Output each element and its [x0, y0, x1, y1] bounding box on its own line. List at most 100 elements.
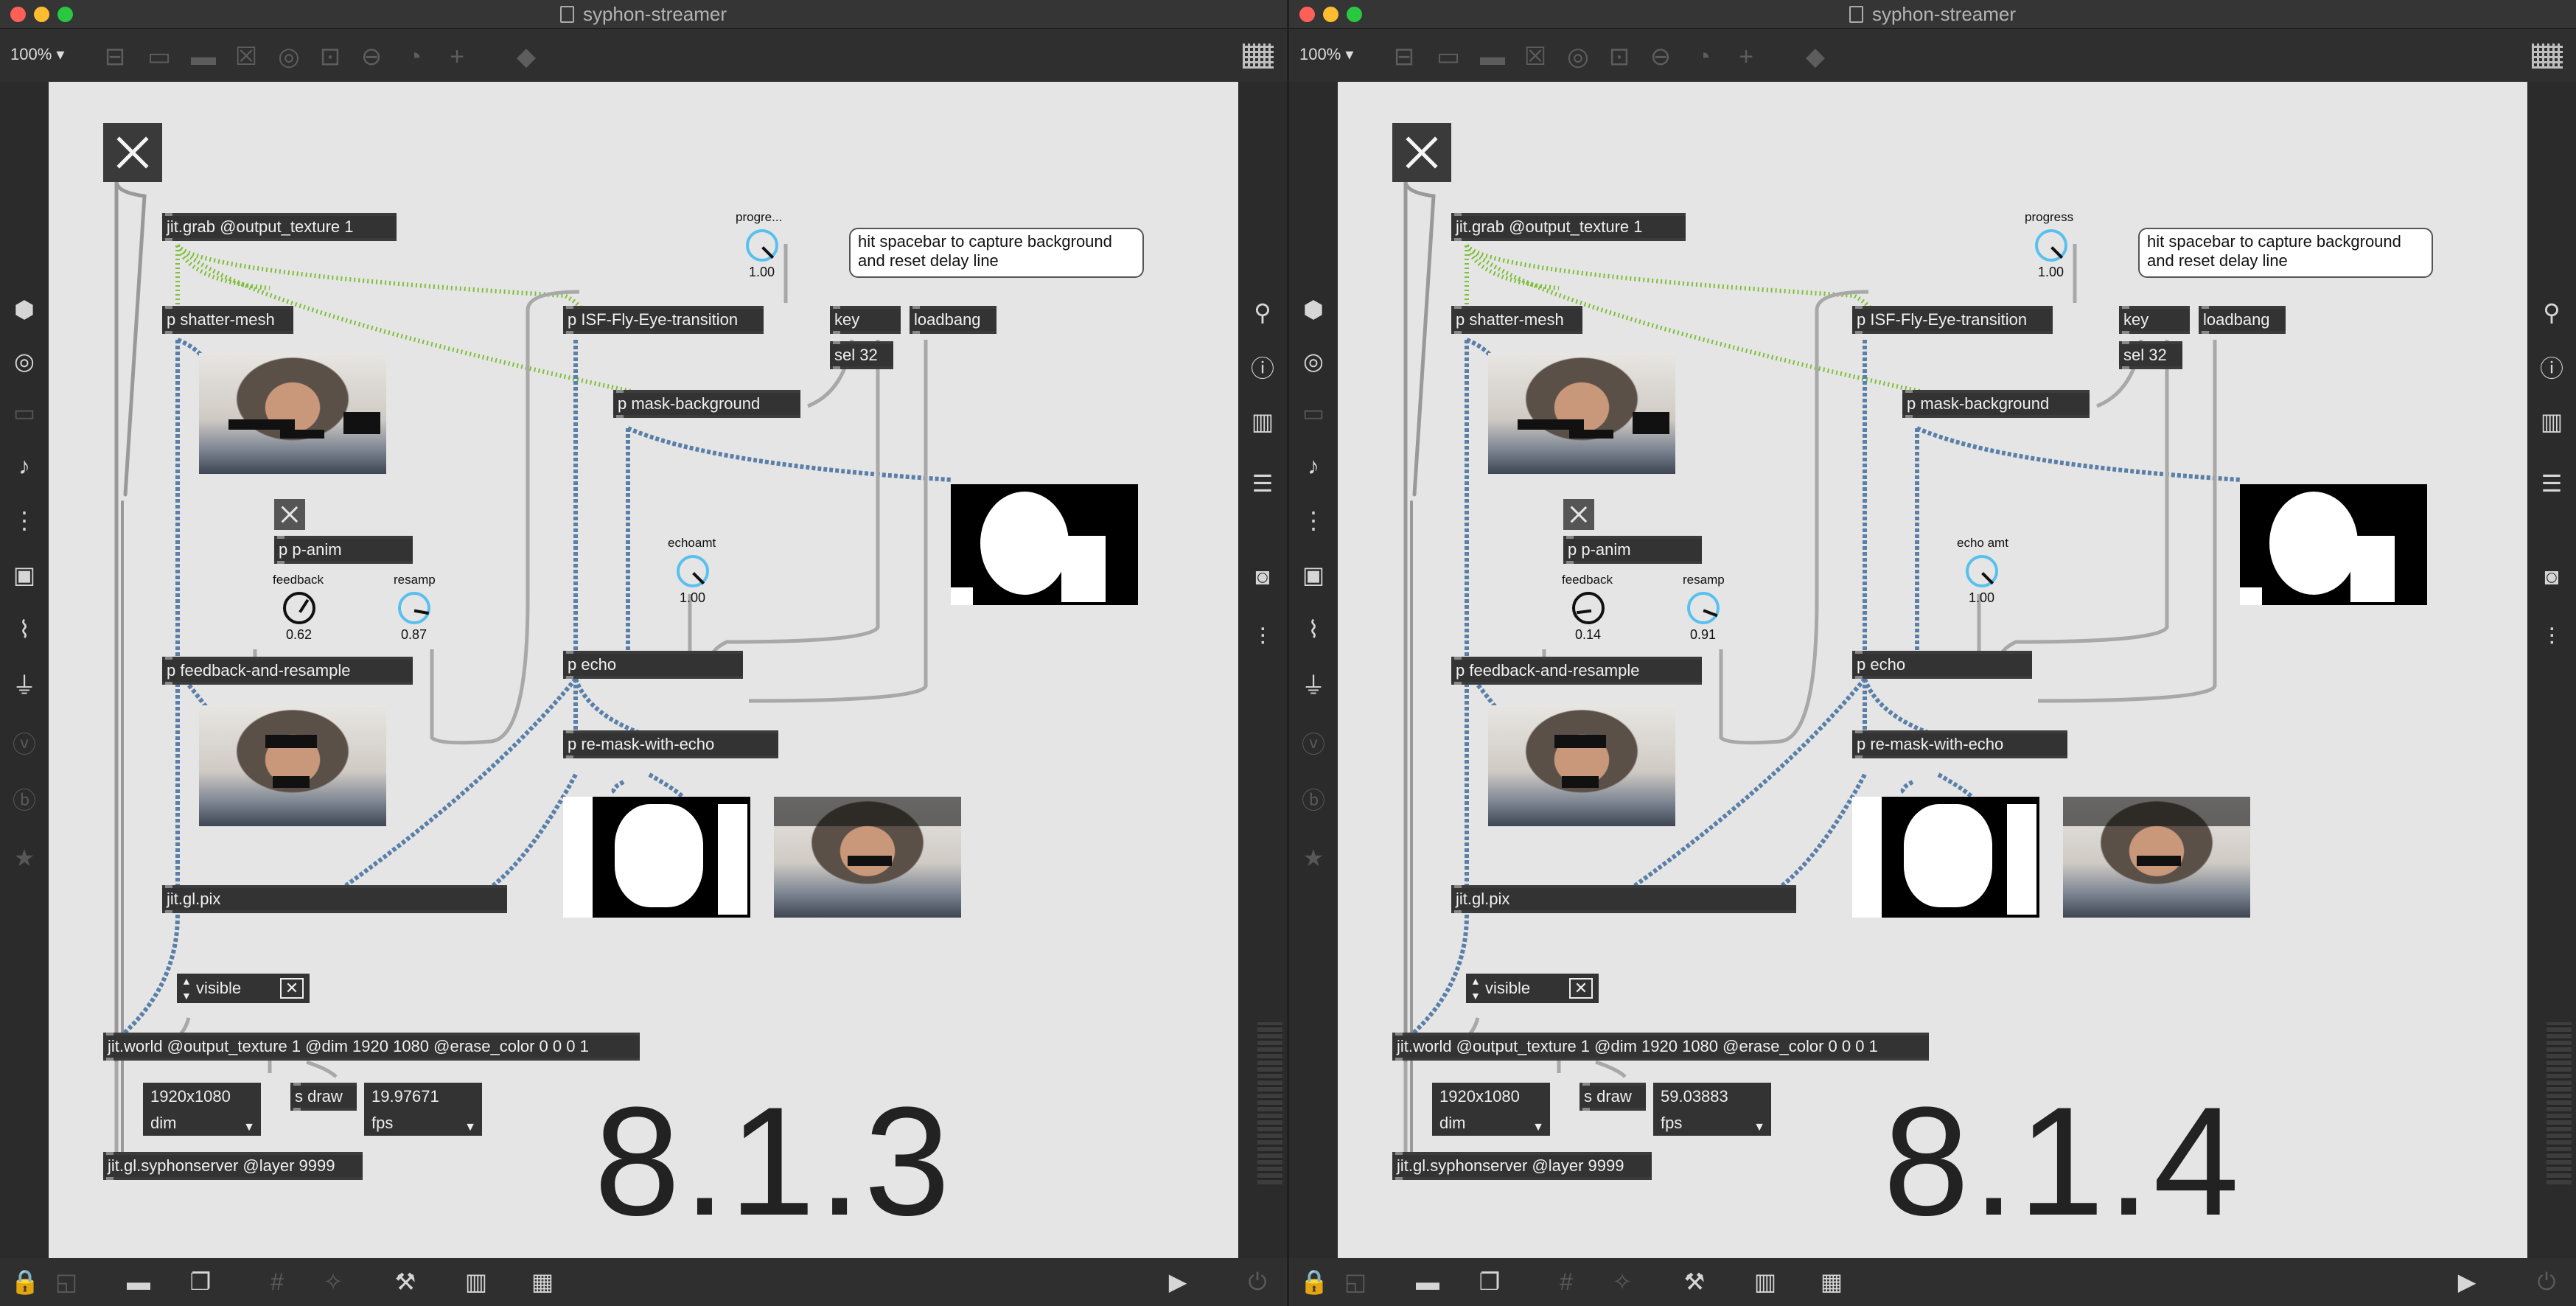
- re-mask-with-echo-object[interactable]: p re-mask-with-echo: [563, 730, 778, 758]
- button-tool-icon[interactable]: ◎: [274, 42, 304, 71]
- camera-icon[interactable]: ◙: [1248, 562, 1277, 591]
- wand-icon[interactable]: ✧: [318, 1267, 348, 1296]
- wrench-icon[interactable]: ⚒: [391, 1267, 420, 1296]
- presentation-icon[interactable]: ◱: [52, 1267, 81, 1296]
- key-object[interactable]: key: [830, 306, 901, 334]
- feedback-and-resample-object[interactable]: p feedback-and-resample: [1451, 657, 1702, 685]
- s-draw-object[interactable]: s draw: [1580, 1083, 1646, 1111]
- mixer-icon[interactable]: ⫶: [2537, 622, 2566, 652]
- jit-gl-pix-object[interactable]: jit.gl.pix: [162, 885, 507, 913]
- echoamt-dial[interactable]: [1966, 555, 1998, 587]
- comment-tool-icon[interactable]: ▬: [189, 42, 218, 71]
- sel-object[interactable]: sel 32: [830, 341, 893, 369]
- echo-object[interactable]: p echo: [1852, 651, 2032, 679]
- feedback-dial[interactable]: [1572, 592, 1605, 624]
- sel-object[interactable]: sel 32: [2119, 341, 2182, 369]
- zoom-menu[interactable]: 100% ▾: [1299, 45, 1353, 64]
- sequence-icon[interactable]: ⋮: [1299, 506, 1328, 535]
- mixer-icon[interactable]: ⫶: [1248, 622, 1277, 652]
- info-icon[interactable]: ⓘ: [1248, 354, 1277, 383]
- visible-toggle[interactable]: ✕: [1565, 974, 1597, 1003]
- search-icon[interactable]: ⚲: [1248, 298, 1277, 327]
- play-icon[interactable]: ▶: [1163, 1267, 1193, 1296]
- shatter-mesh-object[interactable]: p shatter-mesh: [1451, 306, 1582, 334]
- stop-toggle[interactable]: [1392, 123, 1451, 182]
- object-icon[interactable]: ▭: [144, 42, 174, 71]
- jit-grab-object[interactable]: jit.grab @output_texture 1: [162, 213, 397, 241]
- plug-icon[interactable]: ⏚: [10, 671, 39, 700]
- feedback-dial[interactable]: [283, 592, 315, 624]
- v-icon[interactable]: ⓥ: [10, 730, 39, 759]
- paint-bucket-icon[interactable]: ◆: [1801, 42, 1830, 71]
- resamp-dial[interactable]: [398, 592, 430, 624]
- star-icon[interactable]: ★: [10, 843, 39, 873]
- isf-fly-eye-object[interactable]: p ISF-Fly-Eye-transition: [1852, 306, 2053, 334]
- fps-menu[interactable]: fps ▼: [364, 1111, 482, 1136]
- comment-icon[interactable]: ▬: [1413, 1267, 1442, 1296]
- syphon-server-object[interactable]: jit.gl.syphonserver @layer 9999: [103, 1152, 363, 1180]
- info-icon[interactable]: ⓘ: [2537, 354, 2566, 383]
- comment-tool-icon[interactable]: ▬: [1478, 42, 1507, 71]
- paperclip-icon[interactable]: ⌇: [1299, 615, 1328, 644]
- paperclip-icon[interactable]: ⌇: [10, 615, 39, 644]
- image-icon[interactable]: ▣: [1299, 560, 1328, 590]
- feedback-and-resample-object[interactable]: p feedback-and-resample: [162, 657, 413, 685]
- b-icon[interactable]: ⓑ: [10, 786, 39, 815]
- fps-menu[interactable]: fps ▼: [1653, 1111, 1771, 1136]
- p-anim-toggle[interactable]: [274, 499, 305, 530]
- play-icon[interactable]: ▶: [2452, 1267, 2482, 1296]
- jit-world-object[interactable]: jit.world @output_texture 1 @dim 1920 10…: [1392, 1033, 1929, 1061]
- list-icon[interactable]: ☰: [2537, 469, 2566, 498]
- sequence-icon[interactable]: ⋮: [10, 506, 39, 535]
- resamp-dial[interactable]: [1687, 592, 1720, 624]
- mask-background-object[interactable]: p mask-background: [1902, 390, 2090, 418]
- p-anim-object[interactable]: p p-anim: [274, 536, 413, 564]
- visible-toggle[interactable]: ✕: [276, 974, 308, 1003]
- keyboard-icon[interactable]: ▦: [1817, 1267, 1846, 1296]
- patcher-canvas[interactable]: jit.grab @output_texture 1 p shatter-mes…: [1338, 82, 2527, 1258]
- target-icon[interactable]: ◎: [10, 346, 39, 376]
- image-icon[interactable]: ▣: [10, 560, 39, 590]
- dim-menu[interactable]: dim ▼: [143, 1111, 261, 1136]
- book-icon[interactable]: ▥: [2537, 407, 2566, 436]
- dim-menu[interactable]: dim ▼: [1432, 1111, 1550, 1136]
- p-anim-toggle[interactable]: [1563, 499, 1594, 530]
- bpatcher-icon[interactable]: ⊟: [1389, 42, 1419, 71]
- note-icon[interactable]: ♪: [1299, 451, 1328, 481]
- patcher-canvas[interactable]: jit.grab @output_texture 1 p shatter-mes…: [49, 82, 1238, 1258]
- dial-tool-icon[interactable]: ◔: [399, 42, 429, 71]
- paint-bucket-icon[interactable]: ◆: [512, 42, 541, 71]
- grid-icon[interactable]: #: [1551, 1267, 1581, 1296]
- piano-icon[interactable]: ▥: [461, 1267, 491, 1296]
- lock-icon[interactable]: 🔒: [10, 1267, 40, 1296]
- key-object[interactable]: key: [2119, 306, 2190, 334]
- button-tool-icon[interactable]: ◎: [1563, 42, 1593, 71]
- object-icon[interactable]: ▭: [1434, 42, 1463, 71]
- loadbang-object[interactable]: loadbang: [910, 306, 996, 334]
- plug-icon[interactable]: ⏚: [1299, 671, 1328, 700]
- v-icon[interactable]: ⓥ: [1299, 730, 1328, 759]
- cube-icon[interactable]: ⬢: [1299, 295, 1328, 324]
- presentation-icon[interactable]: ◱: [1341, 1267, 1370, 1296]
- add-icon[interactable]: +: [442, 42, 472, 71]
- film-icon[interactable]: ▭: [1299, 398, 1328, 427]
- grid-view-icon[interactable]: [1243, 43, 1274, 69]
- s-draw-object[interactable]: s draw: [290, 1083, 357, 1111]
- mask-background-object[interactable]: p mask-background: [613, 390, 800, 418]
- power-icon[interactable]: ⏻: [2532, 1267, 2561, 1296]
- star-icon[interactable]: ★: [1299, 843, 1328, 873]
- toggle-tool-icon[interactable]: ☒: [1521, 42, 1550, 71]
- re-mask-with-echo-object[interactable]: p re-mask-with-echo: [1852, 730, 2067, 758]
- note-icon[interactable]: ♪: [10, 451, 39, 481]
- list-icon[interactable]: ☰: [1248, 469, 1277, 498]
- jit-gl-pix-object[interactable]: jit.gl.pix: [1451, 885, 1796, 913]
- isf-fly-eye-object[interactable]: p ISF-Fly-Eye-transition: [563, 306, 764, 334]
- bpatcher-icon[interactable]: ⊟: [100, 42, 130, 71]
- grid-view-icon[interactable]: [2532, 43, 2563, 69]
- media-tool-icon[interactable]: ⊡: [1605, 42, 1634, 71]
- progress-dial[interactable]: [746, 229, 778, 262]
- toggle-tool-icon[interactable]: ☒: [231, 42, 261, 71]
- loadbang-object[interactable]: loadbang: [2199, 306, 2286, 334]
- grid-icon[interactable]: #: [262, 1267, 292, 1296]
- syphon-server-object[interactable]: jit.gl.syphonserver @layer 9999: [1392, 1152, 1652, 1180]
